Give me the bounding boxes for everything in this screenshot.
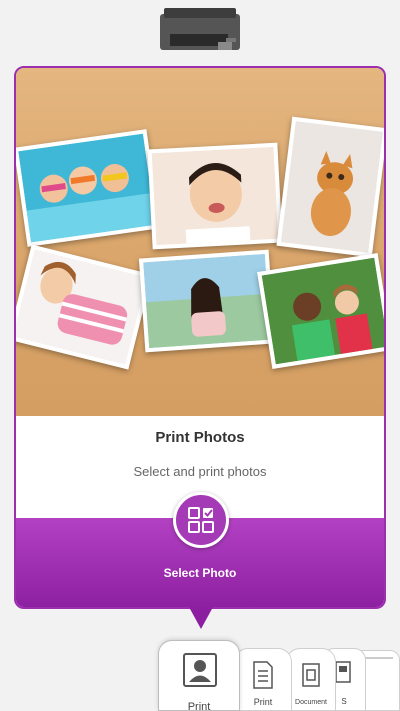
tab-print-document-label: Print xyxy=(253,697,273,707)
card-subtitle: Select and print photos xyxy=(133,464,267,479)
photo-pool-girls xyxy=(16,129,161,247)
printer-icon[interactable] xyxy=(160,8,240,54)
hero-image xyxy=(16,68,384,416)
card-title: Print Photos xyxy=(155,429,245,446)
print-photos-card[interactable]: Print Photos Select and print photos Sel… xyxy=(14,66,386,609)
select-photo-label[interactable]: Select Photo xyxy=(16,566,384,580)
photo-icon xyxy=(183,653,217,687)
copy-icon xyxy=(335,661,351,683)
tab-document-label: Document xyxy=(295,699,327,706)
tab-document[interactable]: Document xyxy=(286,648,336,711)
tab-print-document[interactable]: Print xyxy=(234,648,292,711)
document-icon xyxy=(253,661,273,689)
tab-print-photos-label: Print xyxy=(187,701,211,711)
photo-kitten xyxy=(276,116,384,258)
select-photo-button[interactable] xyxy=(173,492,229,548)
photo-girl-beach xyxy=(138,249,276,353)
scan-doc-icon xyxy=(302,663,320,687)
photo-girl-lying xyxy=(16,244,153,370)
photo-two-kids xyxy=(257,253,384,369)
grid-select-icon xyxy=(188,507,214,533)
tab-print-photos[interactable]: Print xyxy=(158,640,240,711)
photo-baby xyxy=(147,142,283,250)
card-pointer xyxy=(189,607,213,629)
